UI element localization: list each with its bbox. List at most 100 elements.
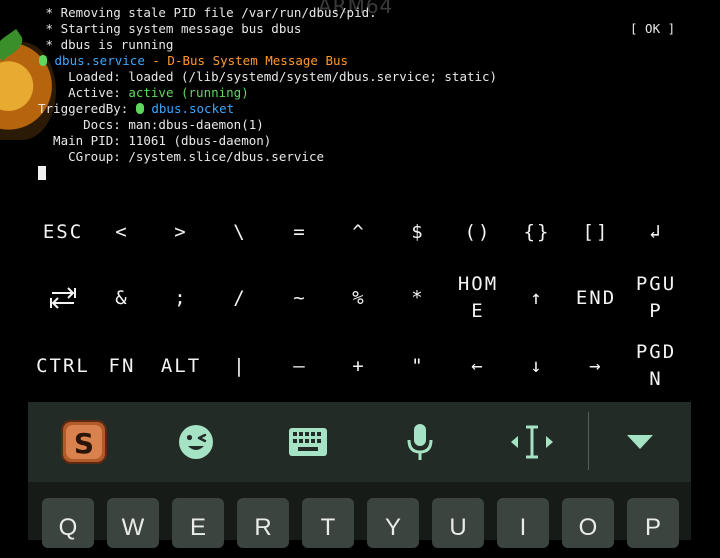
arrow-down-key[interactable]: ↓ <box>507 332 567 400</box>
emoji-icon <box>179 425 213 459</box>
key-p[interactable]: P <box>627 498 679 548</box>
voice-input-button[interactable] <box>394 416 446 468</box>
ctrl-key[interactable]: CTRL <box>33 332 93 400</box>
socket-status-dot-icon <box>135 103 144 114</box>
home-key-label-line-1: HOM <box>457 273 499 295</box>
keyboard-toolbar: S <box>28 402 691 482</box>
dash-key[interactable]: — <box>270 332 330 400</box>
active-value: active (running) <box>120 85 249 100</box>
key-q[interactable]: Q <box>42 498 94 548</box>
pid-line: Main PID: 11061 (dbus-daemon) <box>38 133 271 149</box>
percent-key[interactable]: % <box>329 264 389 332</box>
mic-icon <box>407 424 433 460</box>
tab-key[interactable] <box>33 264 93 332</box>
pid-value: 11061 (dbus-daemon) <box>120 133 272 148</box>
extra-keys-row-2: & ; / ~ % * HOM E ↑ END PGU P <box>0 264 720 332</box>
keyboard-switch-button[interactable] <box>282 416 334 468</box>
asterisk-key[interactable]: * <box>388 264 448 332</box>
emoji-button[interactable] <box>170 416 222 468</box>
key-r[interactable]: R <box>237 498 289 548</box>
parentheses-key[interactable]: () <box>448 198 508 266</box>
triggered-value: dbus.socket <box>151 101 235 116</box>
cursor-control-button[interactable] <box>506 416 558 468</box>
esc-key[interactable]: ESC <box>33 198 93 266</box>
pid-label: Main PID: <box>38 133 121 148</box>
key-y[interactable]: Y <box>367 498 419 548</box>
app-logo-icon: S <box>61 420 107 464</box>
terminal-cursor <box>38 166 46 180</box>
status-ok: [ OK ] <box>630 21 676 36</box>
soft-keyboard: Q W E R T Y U I O P <box>28 482 691 548</box>
cgroup-label: CGroup: <box>38 149 121 164</box>
ampersand-key[interactable]: & <box>92 264 152 332</box>
cursor-move-icon <box>511 425 553 459</box>
arrow-up-key[interactable]: ↑ <box>507 264 567 332</box>
service-separator: - <box>144 53 168 68</box>
page-down-key[interactable]: PGD N <box>626 332 686 400</box>
service-status-dot-icon <box>39 55 47 66</box>
key-w[interactable]: W <box>107 498 159 548</box>
arrow-right-key[interactable]: → <box>566 332 626 400</box>
keyboard-icon <box>289 428 327 456</box>
key-u[interactable]: U <box>432 498 484 548</box>
docs-label: Docs: <box>38 117 121 132</box>
home-key[interactable]: HOM E <box>448 264 508 332</box>
home-key-label-line-2: E <box>471 300 485 322</box>
fn-key[interactable]: FN <box>92 332 152 400</box>
collapse-keyboard-button[interactable] <box>614 416 666 468</box>
loaded-label: Loaded: <box>38 69 121 84</box>
enter-key[interactable]: ↲ <box>626 198 686 266</box>
page-down-label-line-2: N <box>649 368 663 390</box>
pipe-key[interactable]: | <box>210 332 270 400</box>
extra-keys-row-3: CTRL FN ALT | — + " ← ↓ → PGD N <box>0 332 720 400</box>
backslash-key[interactable]: \ <box>210 198 270 266</box>
terminal-line: * dbus is running <box>38 37 174 52</box>
semicolon-key[interactable]: ; <box>151 264 211 332</box>
slash-key[interactable]: / <box>210 264 270 332</box>
page-up-key[interactable]: PGU P <box>626 264 686 332</box>
key-i[interactable]: I <box>497 498 549 548</box>
tab-icon <box>50 287 76 309</box>
greater-than-key[interactable]: > <box>151 198 211 266</box>
plus-key[interactable]: + <box>329 332 389 400</box>
braces-key[interactable]: {} <box>507 198 567 266</box>
tilde-key[interactable]: ~ <box>270 264 330 332</box>
page-up-label-line-1: PGU <box>635 273 677 295</box>
alt-key[interactable]: ALT <box>151 332 211 400</box>
cgroup-line: CGroup: /system.slice/dbus.service <box>38 149 324 165</box>
key-o[interactable]: O <box>562 498 614 548</box>
app-logo-button[interactable]: S <box>58 416 110 468</box>
terminal-line: * Removing stale PID file /var/run/dbus/… <box>38 5 377 20</box>
quote-key[interactable]: " <box>388 332 448 400</box>
triggered-line: TriggeredBy: dbus.socket <box>38 101 234 117</box>
extra-keys-row-1: ESC < > \ = ^ $ () {} [] ↲ <box>0 198 720 266</box>
brackets-key[interactable]: [] <box>566 198 626 266</box>
active-line: Active: active (running) <box>38 85 249 101</box>
page-down-label-line-1: PGD <box>635 341 677 363</box>
svg-text:S: S <box>74 427 94 460</box>
docs-value: man:dbus-daemon(1) <box>120 117 264 132</box>
terminal-output[interactable]: ARM64 * Removing stale PID file /var/run… <box>0 0 720 200</box>
cgroup-value: /system.slice/dbus.service <box>120 149 324 164</box>
less-than-key[interactable]: < <box>92 198 152 266</box>
page-up-label-line-2: P <box>649 300 663 322</box>
loaded-line: Loaded: loaded (/lib/systemd/system/dbus… <box>38 69 497 85</box>
terminal-line: * Starting system message bus dbus <box>38 21 302 36</box>
end-key[interactable]: END <box>566 264 626 332</box>
key-e[interactable]: E <box>172 498 224 548</box>
dollar-key[interactable]: $ <box>388 198 448 266</box>
toolbar-divider <box>588 412 589 470</box>
active-label: Active: <box>38 85 121 100</box>
service-description: D-Bus System Message Bus <box>167 53 349 68</box>
docs-line: Docs: man:dbus-daemon(1) <box>38 117 264 133</box>
caret-key[interactable]: ^ <box>329 198 389 266</box>
collapse-icon <box>627 435 653 449</box>
service-title-line: dbus.service - D-Bus System Message Bus <box>39 53 348 69</box>
key-t[interactable]: T <box>302 498 354 548</box>
triggered-label: TriggeredBy: <box>38 101 129 116</box>
equals-key[interactable]: = <box>270 198 330 266</box>
extra-keys-bar: ESC < > \ = ^ $ () {} [] ↲ & ; / ~ % * H… <box>0 198 720 402</box>
service-name: dbus.service <box>54 53 145 68</box>
loaded-value: loaded (/lib/systemd/system/dbus.service… <box>120 69 498 84</box>
arrow-left-key[interactable]: ← <box>448 332 508 400</box>
